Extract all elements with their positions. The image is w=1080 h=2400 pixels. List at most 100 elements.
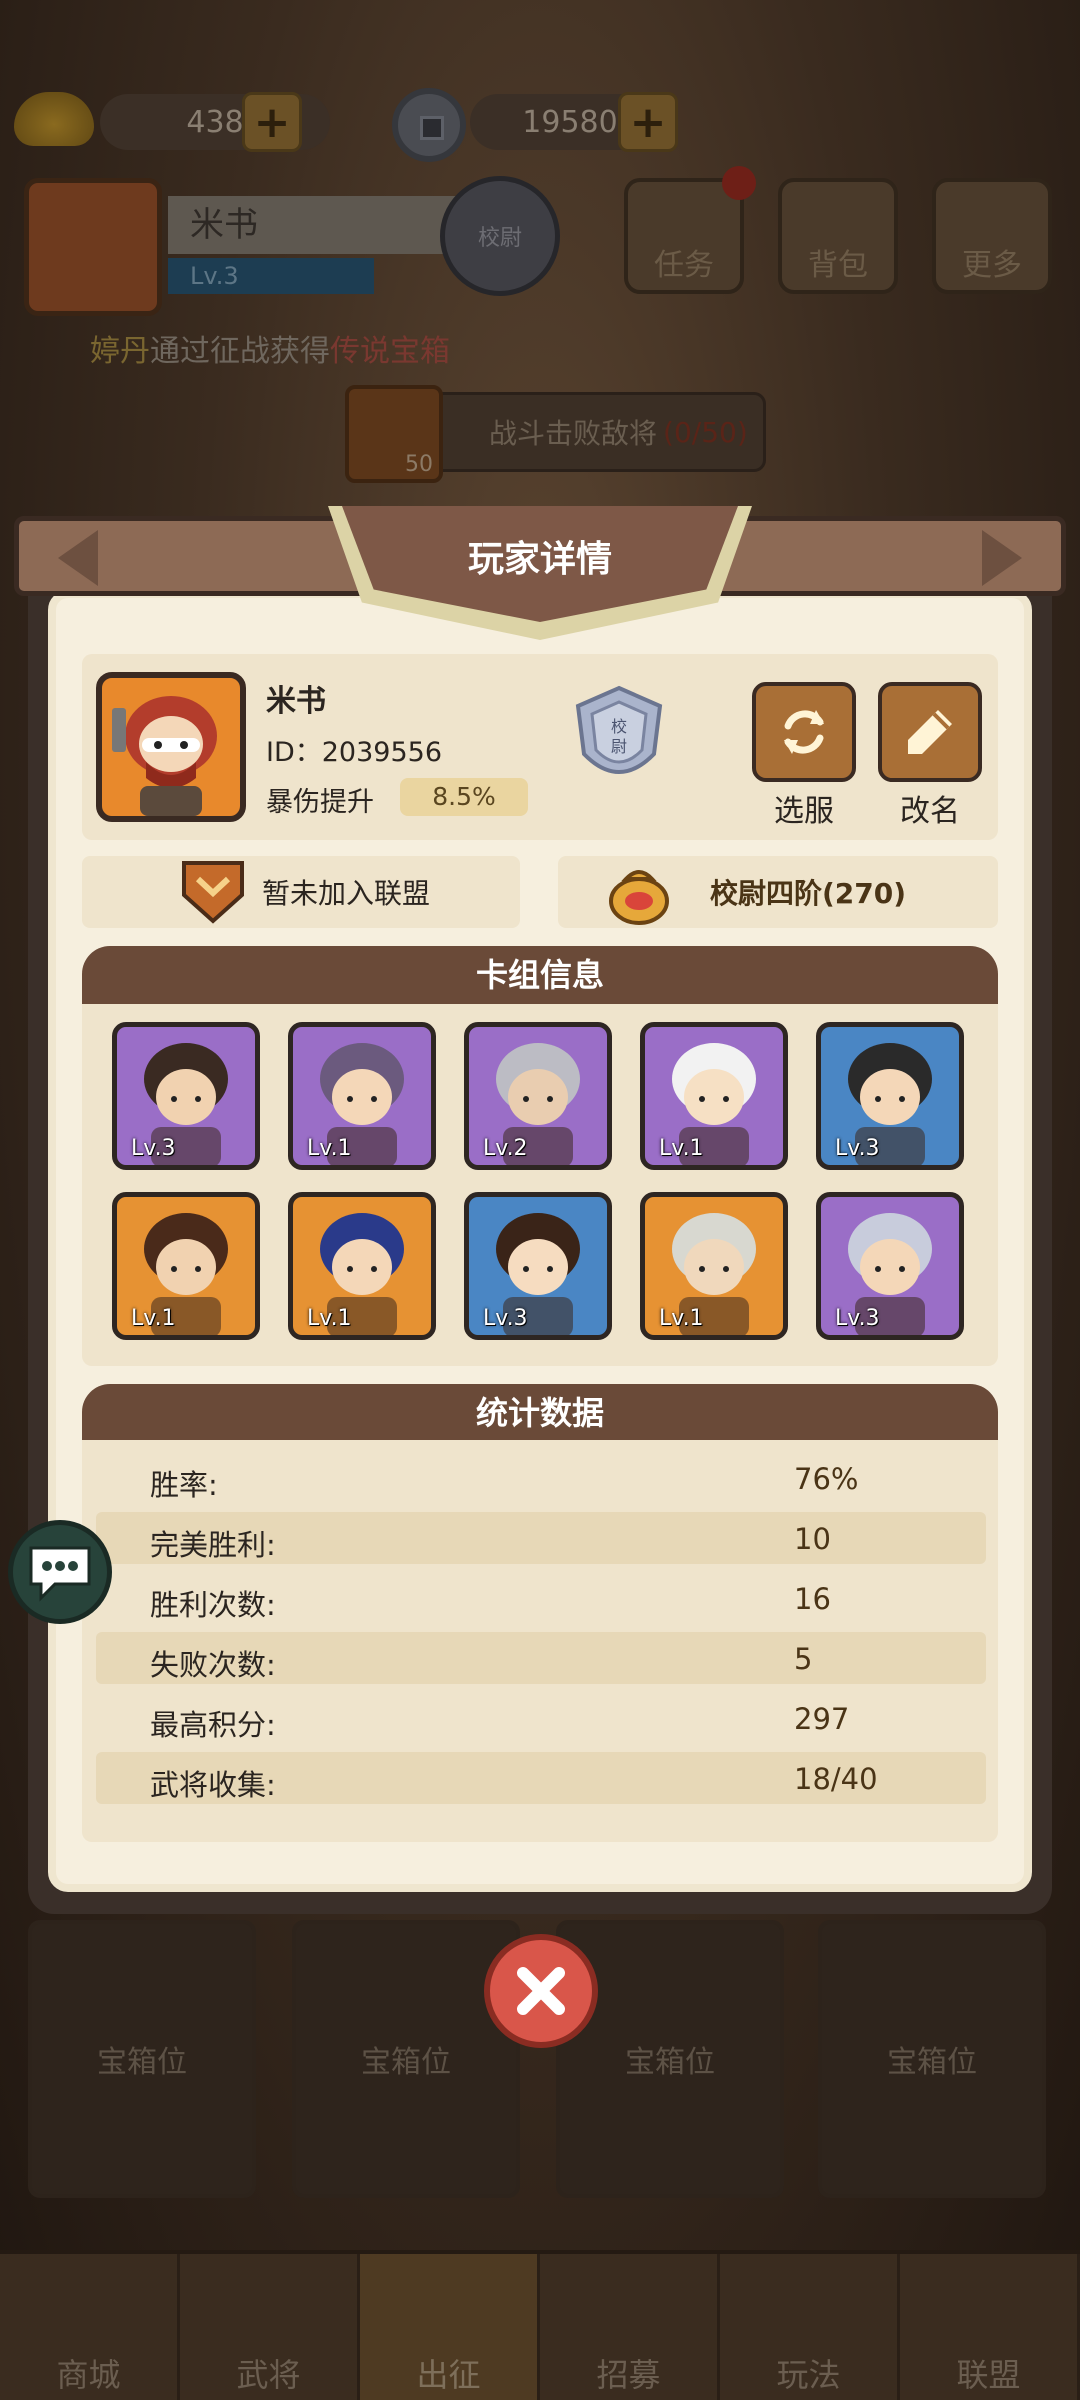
stat-value: 10: [794, 1522, 831, 1556]
more-button[interactable]: 更多: [932, 178, 1052, 294]
hero-card[interactable]: Lv.3: [112, 1022, 260, 1170]
nav-battle[interactable]: 出征: [360, 2254, 540, 2400]
hero-level: Lv.3: [483, 1306, 528, 1331]
gold-ingot-icon: [14, 92, 94, 146]
stat-label: 武将收集:: [150, 1768, 276, 1802]
stat-row: 武将收集: 18/40: [96, 1752, 986, 1804]
rename-button[interactable]: [878, 682, 982, 782]
hero-card[interactable]: Lv.2: [464, 1022, 612, 1170]
hero-level: Lv.1: [131, 1306, 176, 1331]
player-avatar-button[interactable]: [24, 178, 162, 316]
stat-row: 失败次数: 5: [96, 1632, 986, 1684]
hero-level: Lv.3: [835, 1136, 880, 1161]
hero-level: Lv.3: [835, 1306, 880, 1331]
hero-level: Lv.1: [307, 1136, 352, 1161]
hero-card[interactable]: Lv.3: [816, 1022, 964, 1170]
announcement-ticker: 婷丹通过征战获得传说宝箱: [90, 326, 450, 370]
hero-level: Lv.1: [307, 1306, 352, 1331]
hero-card[interactable]: Lv.1: [640, 1192, 788, 1340]
stat-row: 最高积分: 297: [96, 1692, 986, 1744]
hero-card[interactable]: Lv.1: [288, 1192, 436, 1340]
notification-dot: [722, 166, 756, 200]
rank-title-pill[interactable]: 校尉四阶(270): [558, 856, 998, 928]
add-ingot-button[interactable]: +: [242, 92, 302, 152]
profile-name: 米书: [266, 684, 326, 719]
refresh-icon: [784, 710, 824, 754]
close-icon: [517, 1967, 565, 2015]
task-progress-box[interactable]: 50 战斗击败敌将 (0/50): [345, 385, 766, 483]
hero-card[interactable]: Lv.1: [112, 1192, 260, 1340]
task-reward-count: 50: [405, 452, 433, 477]
nav-alliance[interactable]: 联盟: [900, 2254, 1080, 2400]
warrior-portrait-icon: [112, 696, 217, 816]
profile-id: ID：2039556: [266, 737, 443, 768]
ticker-text: 通过征战获得: [150, 334, 330, 369]
rank-shield-icon: 校 尉: [575, 685, 663, 774]
nav-modes[interactable]: 玩法: [720, 2254, 900, 2400]
stat-label: 失败次数:: [150, 1648, 276, 1682]
ticker-player-name: 婷丹: [90, 334, 150, 369]
stat-value: 5: [794, 1642, 813, 1676]
money-bag-icon: [609, 870, 669, 925]
nav-generals[interactable]: 武将: [180, 2254, 360, 2400]
hero-card[interactable]: Lv.1: [288, 1022, 436, 1170]
hero-card[interactable]: Lv.3: [816, 1192, 964, 1340]
stat-label: 胜率:: [150, 1468, 218, 1502]
stat-value: 18/40: [794, 1762, 878, 1796]
player-name: 米书: [168, 196, 478, 254]
alliance-text: 暂未加入联盟: [262, 877, 431, 910]
chest-slot[interactable]: 宝箱位: [292, 1920, 520, 2198]
hero-card[interactable]: Lv.3: [464, 1192, 612, 1340]
dialog-title: 玩家详情: [467, 539, 612, 580]
rank-emblem-text-top: 校: [611, 717, 627, 736]
alliance-banner-icon: [182, 861, 244, 924]
avatar: [96, 672, 246, 822]
player-level-bar: Lv.3: [168, 258, 374, 294]
rank-title-text: 校尉四阶(270): [710, 877, 907, 910]
add-coin-button[interactable]: +: [618, 92, 678, 152]
copper-coin-icon: [392, 88, 466, 162]
crit-bonus-label: 暴伤提升: [266, 787, 374, 818]
stat-label: 胜利次数:: [150, 1588, 276, 1622]
chest-slot[interactable]: 宝箱位: [28, 1920, 256, 2198]
stat-value: 16: [794, 1582, 831, 1616]
stat-row: 胜率: 76%: [96, 1452, 986, 1504]
task-progress: (0/50): [663, 415, 748, 449]
change-server-button[interactable]: [752, 682, 856, 782]
pencil-icon: [908, 710, 952, 754]
task-text: 战斗击败敌将: [489, 417, 658, 450]
change-server-label: 选服: [774, 794, 834, 829]
alliance-status[interactable]: 暂未加入联盟: [82, 856, 520, 928]
chat-button[interactable]: [8, 1520, 112, 1624]
chat-bubble-icon: [29, 1546, 91, 1602]
hero-level: Lv.3: [131, 1136, 176, 1161]
stat-label: 完美胜利:: [150, 1528, 276, 1562]
ticker-reward: 传说宝箱: [330, 334, 450, 369]
chest-slot[interactable]: 宝箱位: [818, 1920, 1046, 2198]
bag-button[interactable]: 背包: [778, 178, 898, 294]
task-reward-icon: 50: [345, 385, 443, 483]
stat-row: 完美胜利: 10: [96, 1512, 986, 1564]
deck-section-title: 卡组信息: [82, 946, 998, 1004]
hero-level: Lv.1: [659, 1306, 704, 1331]
stat-label: 最高积分:: [150, 1708, 276, 1742]
rank-emblem: 校 尉: [568, 684, 670, 792]
bottom-navigation: 商城 武将 出征 招募 玩法 联盟: [0, 2250, 1080, 2400]
hero-level: Lv.2: [483, 1136, 528, 1161]
rank-emblem-text-bottom: 尉: [611, 737, 627, 756]
stats-section-title: 统计数据: [82, 1384, 998, 1442]
rank-badge[interactable]: 校尉: [440, 176, 560, 296]
band-left-ornament: [58, 530, 98, 586]
nav-recruit[interactable]: 招募: [540, 2254, 720, 2400]
stat-value: 297: [794, 1702, 850, 1736]
stat-value: 76%: [794, 1462, 859, 1496]
close-button[interactable]: [484, 1934, 598, 2048]
nav-shop[interactable]: 商城: [0, 2254, 180, 2400]
top-resource-bar: 438 + 19580 + 米书 Lv.3 校尉 任务 背包 更多 婷丹通过征战…: [0, 0, 1080, 520]
tasks-button[interactable]: 任务: [624, 178, 744, 294]
stat-row: 胜利次数: 16: [96, 1572, 986, 1624]
hero-level: Lv.1: [659, 1136, 704, 1161]
band-right-ornament: [982, 530, 1022, 586]
rename-label: 改名: [900, 794, 960, 829]
hero-card[interactable]: Lv.1: [640, 1022, 788, 1170]
